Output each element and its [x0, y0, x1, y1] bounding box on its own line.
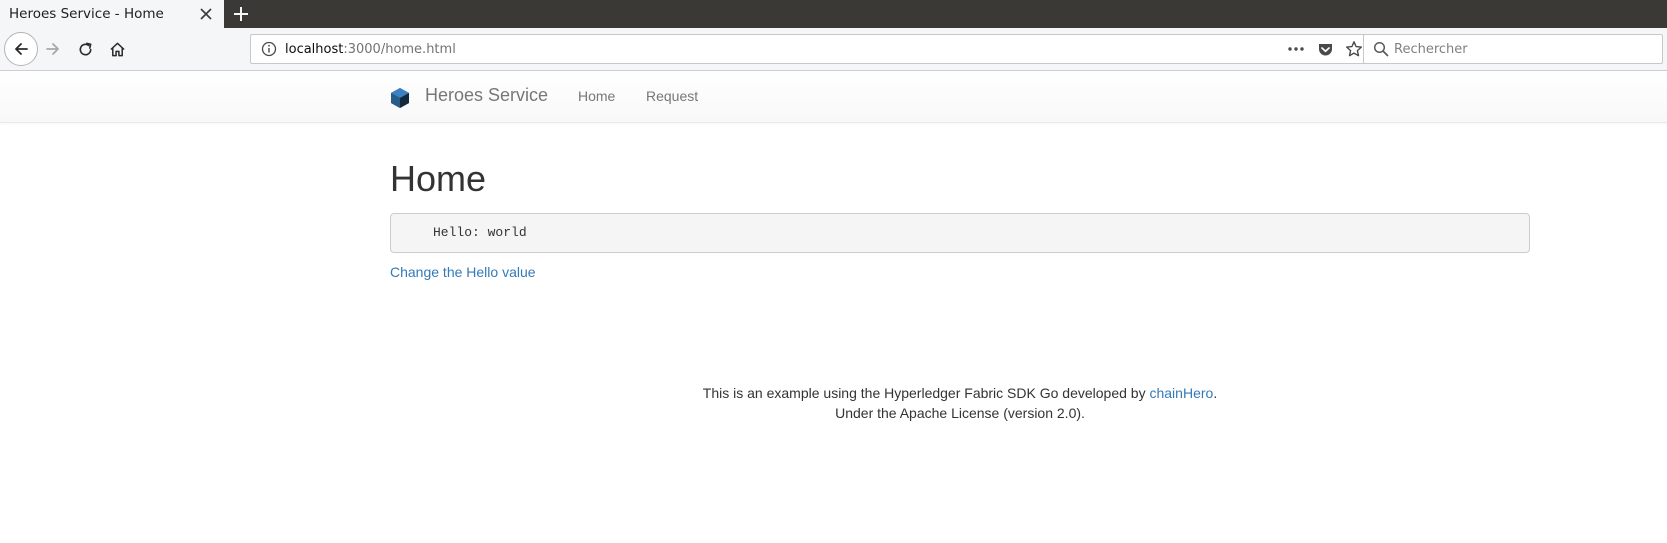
reload-icon [79, 42, 91, 55]
tab-title: Heroes Service - Home [9, 6, 164, 22]
footer-period: . [1213, 385, 1218, 401]
url-path: :3000/home.html [343, 42, 456, 57]
home-button[interactable] [105, 37, 129, 61]
home-icon [109, 42, 125, 56]
back-arrow-icon [15, 43, 28, 55]
chainhero-link[interactable]: chainHero [1149, 385, 1213, 401]
search-bar[interactable] [1363, 34, 1663, 64]
tab-bar: Heroes Service - Home [0, 0, 1667, 28]
footer-text: This is an example using the Hyperledger… [702, 385, 1150, 401]
browser-toolbar: localhost:3000/home.html [0, 28, 1667, 71]
url-text[interactable]: localhost:3000/home.html [285, 42, 456, 57]
cube-logo-icon[interactable] [390, 87, 410, 109]
footer: This is an example using the Hyperledger… [390, 383, 1530, 423]
footer-line-1: This is an example using the Hyperledger… [390, 383, 1530, 403]
forward-button[interactable] [41, 37, 65, 61]
page-title: Home [390, 158, 487, 199]
back-button[interactable] [4, 32, 38, 66]
url-host: localhost [285, 42, 344, 57]
close-icon[interactable] [198, 6, 214, 22]
forward-arrow-icon [46, 43, 59, 55]
brand-name[interactable]: Heroes Service [425, 85, 548, 106]
hello-output: Hello: world [433, 225, 527, 240]
search-icon [1373, 41, 1389, 57]
site-navbar: Heroes Service Home Request [0, 71, 1667, 123]
url-bar[interactable]: localhost:3000/home.html [250, 34, 1378, 64]
tab-active[interactable]: Heroes Service - Home [0, 0, 224, 28]
star-icon[interactable] [1345, 40, 1363, 58]
reload-button[interactable] [73, 37, 97, 61]
hello-output-box: Hello: world [390, 213, 1530, 253]
nav-request[interactable]: Request [646, 88, 698, 104]
change-hello-link[interactable]: Change the Hello value [390, 264, 536, 280]
info-icon[interactable] [261, 41, 277, 57]
plus-icon[interactable] [231, 4, 251, 24]
more-icon[interactable] [1287, 41, 1305, 57]
footer-line-2: Under the Apache License (version 2.0). [835, 405, 1085, 421]
pocket-icon[interactable] [1317, 41, 1334, 58]
nav-home[interactable]: Home [578, 88, 615, 104]
search-input[interactable] [1394, 38, 1654, 60]
